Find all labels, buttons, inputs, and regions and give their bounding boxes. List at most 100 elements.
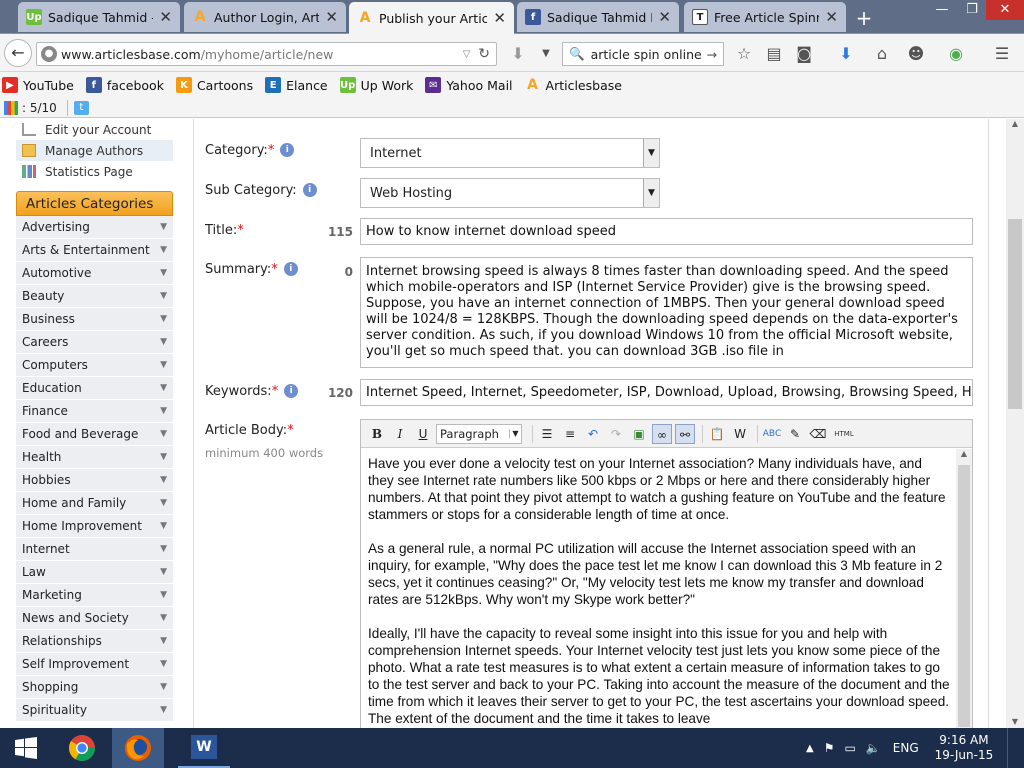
tab-author-login[interactable]: A Author Login, Arti... ✕ xyxy=(184,2,346,32)
twitter-icon[interactable]: t xyxy=(73,100,89,115)
reload-icon[interactable]: ↻ xyxy=(478,46,490,62)
menu-edit-account[interactable]: Edit your Account xyxy=(16,119,173,140)
category-item[interactable]: News and Society ▼ xyxy=(16,607,173,630)
url-bar[interactable]: ● www.articlesbase.com/myhome/article/ne… xyxy=(36,42,497,66)
keywords-input[interactable]: Internet Speed, Internet, Speedometer, I… xyxy=(360,379,973,406)
minimize-button[interactable]: — xyxy=(928,0,956,20)
category-item[interactable]: Business ▼ xyxy=(16,308,173,331)
underline-button[interactable]: U xyxy=(413,424,433,444)
close-icon[interactable]: ✕ xyxy=(159,8,172,26)
chevron-down-icon[interactable]: ▼ xyxy=(160,268,167,278)
tab-publish-article[interactable]: A Publish your Articl... ✕ xyxy=(349,2,514,34)
category-item[interactable]: Education ▼ xyxy=(16,377,173,400)
chevron-down-icon[interactable]: ▼ xyxy=(160,613,167,623)
chevron-down-icon[interactable]: ▼ xyxy=(160,383,167,393)
tab-upwork[interactable]: Up Sadique Tahmid - ... ✕ xyxy=(18,2,180,32)
chevron-down-icon[interactable]: ▼ xyxy=(160,498,167,508)
firefox-taskbar-button[interactable] xyxy=(112,728,164,768)
category-item[interactable]: Health ▼ xyxy=(16,446,173,469)
flag-icon[interactable]: ⚑ xyxy=(824,741,835,755)
image-icon[interactable]: ▣ xyxy=(629,424,649,444)
chevron-down-icon[interactable]: ▼ xyxy=(160,636,167,646)
bookmark-upwork[interactable]: Up Up Work xyxy=(339,77,413,93)
chevron-down-icon[interactable]: ▼ xyxy=(536,44,556,64)
close-icon[interactable]: ✕ xyxy=(825,8,838,26)
grammarly-icon[interactable]: ◉ xyxy=(946,44,966,64)
scroll-thumb[interactable] xyxy=(1008,219,1022,409)
scroll-up-icon[interactable]: ▲ xyxy=(1006,119,1024,135)
network-icon[interactable]: ▭ xyxy=(844,741,855,755)
category-item[interactable]: Law ▼ xyxy=(16,561,173,584)
scroll-up-icon[interactable]: ▲ xyxy=(956,449,972,463)
category-item[interactable]: Beauty ▼ xyxy=(16,285,173,308)
chevron-down-icon[interactable]: ▼ xyxy=(160,567,167,577)
clock[interactable]: 9:16 AM 19-Jun-15 xyxy=(935,733,994,763)
google-pagerank-icon[interactable] xyxy=(4,100,18,115)
bookmark-youtube[interactable]: ▶ YouTube xyxy=(2,77,74,93)
menu-statistics[interactable]: Statistics Page xyxy=(16,161,173,182)
chevron-down-icon[interactable]: ▼ xyxy=(160,429,167,439)
title-input[interactable]: How to know internet download speed xyxy=(360,218,973,245)
category-item[interactable]: Shopping ▼ xyxy=(16,676,173,699)
numbered-list-icon[interactable]: ≡ xyxy=(560,424,580,444)
category-item[interactable]: Automotive ▼ xyxy=(16,262,173,285)
tab-facebook[interactable]: f Sadique Tahmid R... ✕ xyxy=(517,2,679,32)
editor-scrollbar[interactable]: ▲ xyxy=(956,449,972,728)
chevron-down-icon[interactable]: ▼ xyxy=(160,360,167,370)
editor-body[interactable]: Have you ever done a velocity test on yo… xyxy=(361,449,957,728)
chevron-down-icon[interactable]: ▼ xyxy=(160,521,167,531)
category-item[interactable]: Home and Family ▼ xyxy=(16,492,173,515)
chevron-down-icon[interactable]: ▼ xyxy=(160,590,167,600)
window-close-button[interactable]: ✕ xyxy=(986,0,1024,20)
tab-article-spinner[interactable]: T Free Article Spinne... ✕ xyxy=(684,2,846,32)
search-input[interactable]: 🔍 article spin online → xyxy=(562,42,724,66)
new-tab-button[interactable]: + xyxy=(854,6,874,30)
bookmark-facebook[interactable]: f facebook xyxy=(85,77,164,93)
subcategory-select[interactable]: Web Hosting ▼ xyxy=(360,178,660,208)
redo-icon[interactable]: ↷ xyxy=(606,424,626,444)
category-item[interactable]: Finance ▼ xyxy=(16,400,173,423)
category-item[interactable]: Internet ▼ xyxy=(16,538,173,561)
category-item[interactable]: Home Improvement ▼ xyxy=(16,515,173,538)
chevron-down-icon[interactable]: ▼ xyxy=(160,222,167,232)
category-item[interactable]: Food and Beverage ▼ xyxy=(16,423,173,446)
paste-word-icon[interactable]: W xyxy=(730,424,750,444)
info-icon[interactable]: i xyxy=(302,183,317,197)
scroll-down-icon[interactable]: ▼ xyxy=(1006,717,1024,726)
restore-button[interactable]: ❐ xyxy=(958,0,986,20)
html-source-button[interactable]: HTML xyxy=(831,424,857,444)
bold-button[interactable]: B xyxy=(367,424,387,444)
language-indicator[interactable]: ENG xyxy=(893,741,919,755)
undo-icon[interactable]: ↶ xyxy=(583,424,603,444)
bookmark-articlesbase[interactable]: A Articlesbase xyxy=(525,77,622,93)
info-icon[interactable]: i xyxy=(283,262,298,276)
link-icon[interactable]: ∞ xyxy=(652,423,672,444)
dropdown-icon[interactable]: ▽ xyxy=(463,49,471,60)
show-desktop-button[interactable] xyxy=(1007,728,1015,768)
menu-manage-authors[interactable]: Manage Authors xyxy=(16,140,173,161)
bookmark-cartoons[interactable]: K Cartoons xyxy=(175,77,253,93)
chevron-down-icon[interactable]: ▼ xyxy=(160,544,167,554)
chevron-down-icon[interactable]: ▼ xyxy=(160,406,167,416)
category-item[interactable]: Spirituality ▼ xyxy=(16,699,173,722)
blocker-icon[interactable]: ⬇ xyxy=(508,44,528,64)
summary-textarea[interactable]: Internet browsing speed is always 8 time… xyxy=(360,257,973,368)
spellcheck-icon[interactable]: ABC xyxy=(762,424,782,444)
chevron-down-icon[interactable]: ▼ xyxy=(160,314,167,324)
start-button[interactable] xyxy=(0,728,52,768)
rich-text-editor[interactable]: B I U Paragraph ▼ ☰ ≡ ↶ ↷ ▣ ∞ ⚯ 📋 W ABC … xyxy=(360,419,973,728)
pocket-icon[interactable]: ◙ xyxy=(794,44,814,64)
chevron-down-icon[interactable]: ▼ xyxy=(160,475,167,485)
category-item[interactable]: Relationships ▼ xyxy=(16,630,173,653)
chat-icon[interactable]: ☻ xyxy=(906,44,926,64)
close-icon[interactable]: ✕ xyxy=(658,8,671,26)
close-icon[interactable]: ✕ xyxy=(493,9,506,27)
bookmark-elance[interactable]: E Elance xyxy=(265,77,328,93)
chevron-down-icon[interactable]: ▼ xyxy=(160,452,167,462)
bullet-list-icon[interactable]: ☰ xyxy=(537,424,557,444)
category-item[interactable]: Advertising ▼ xyxy=(16,216,173,239)
chevron-down-icon[interactable]: ▼ xyxy=(160,659,167,669)
star-icon[interactable]: ☆ xyxy=(734,44,754,64)
chevron-down-icon[interactable]: ▼ xyxy=(160,682,167,692)
paste-icon[interactable]: 📋 xyxy=(707,424,727,444)
